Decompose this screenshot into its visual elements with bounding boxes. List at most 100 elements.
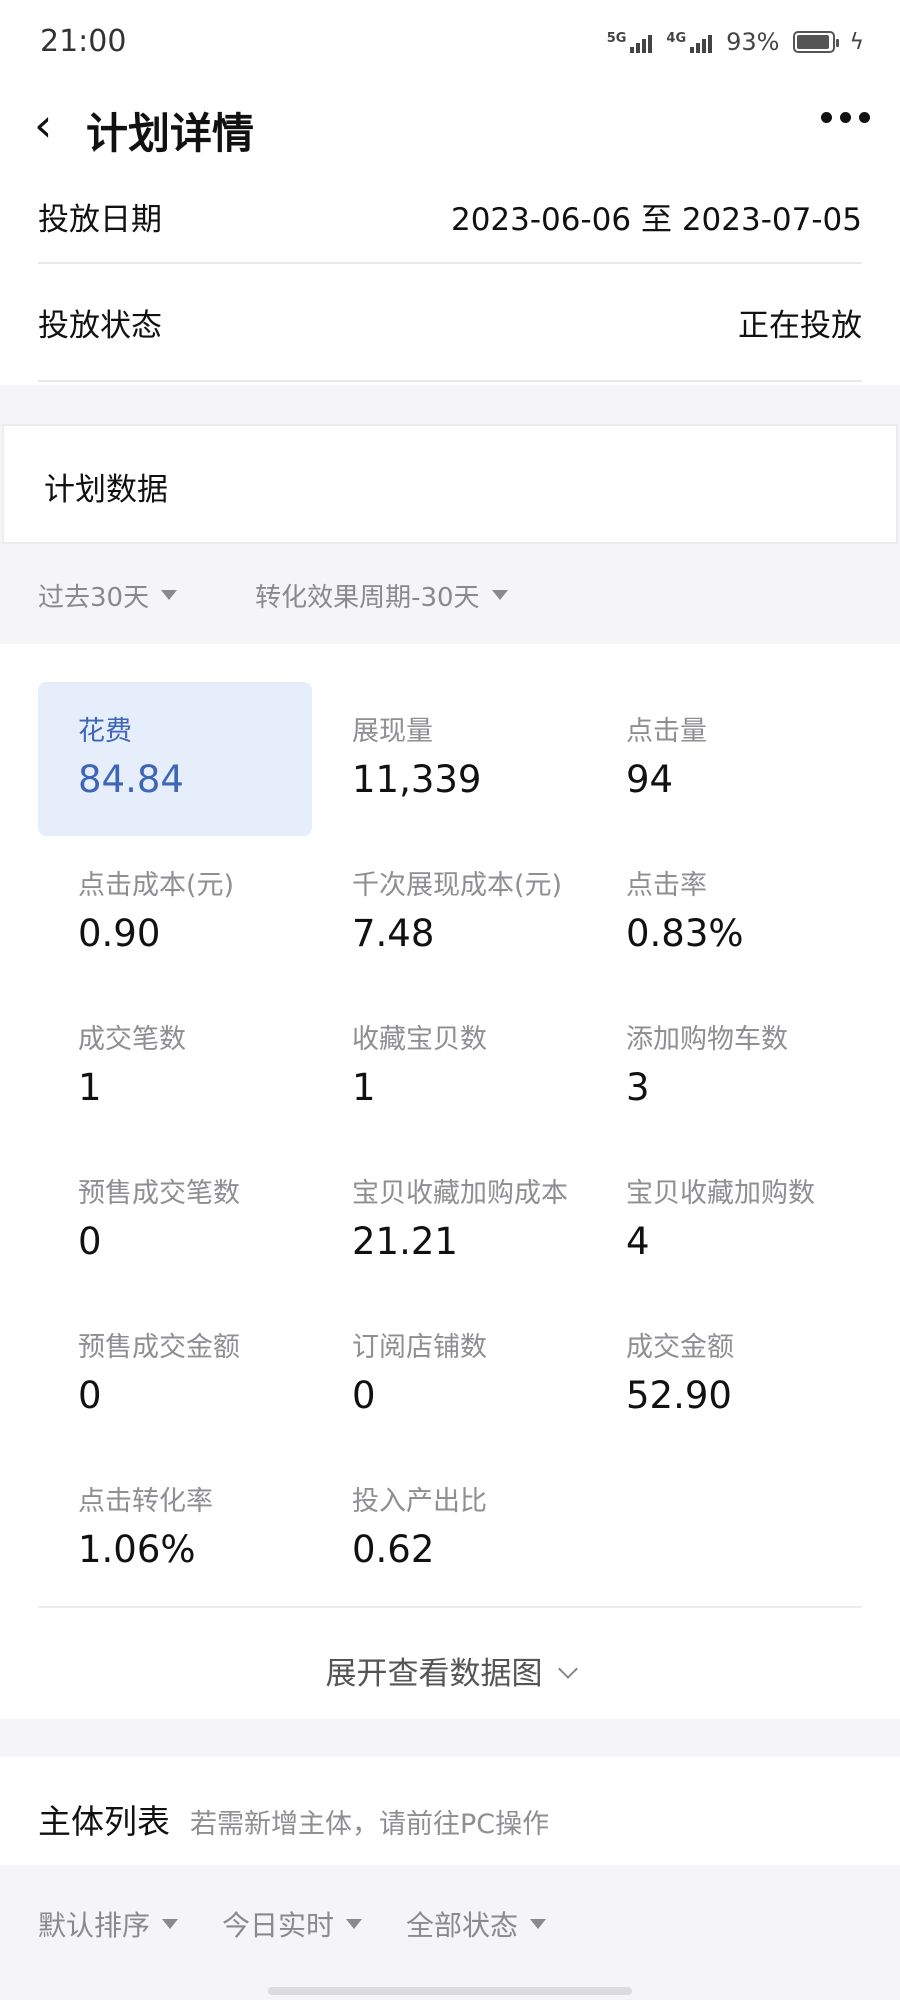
charging-icon: ϟ [849,29,864,55]
metric-value: 1.06% [78,1528,196,1571]
metric-cell[interactable]: 预售成交金额 0 [38,1298,312,1452]
signal-5g-label: 5G [606,31,627,46]
metric-value: 3 [626,1066,650,1109]
metric-cell[interactable]: 花费 84.84 [38,682,312,836]
battery-icon [793,31,840,53]
back-icon[interactable]: ‹ [34,102,52,148]
plan-info: 投放日期 2023-06-06 至 2023-07-05 投放状态 正在投放 [0,170,900,385]
metric-value: 84.84 [78,758,184,801]
caret-down-icon [491,590,508,600]
metric-value: 1 [352,1066,376,1109]
signal-4g-label: 4G [666,31,687,46]
metric-label: 点击转化率 [78,1486,213,1517]
metric-cell[interactable]: 预售成交笔数 0 [38,1144,312,1298]
signal-4g-icon: 4G [666,31,713,53]
metric-label: 成交金额 [626,1332,734,1363]
caret-down-icon [161,590,178,600]
conversion-label: 转化效果周期-30天 [255,582,480,613]
metric-value: 0 [78,1374,102,1417]
status-filter-label: 全部状态 [406,1909,519,1942]
page-title: 计划详情 [86,109,255,158]
metric-label: 点击量 [626,716,707,747]
caret-down-icon [162,1919,179,1929]
metric-cell[interactable]: 成交金额 52.90 [586,1298,860,1452]
metric-label: 千次展现成本(元) [352,870,563,901]
battery-fill [797,35,830,49]
metric-cell[interactable]: 投入产出比 0.62 [312,1452,586,1606]
metric-value: 0 [352,1374,376,1417]
period-dropdown[interactable]: 过去30天 [38,577,178,614]
metric-cell[interactable]: 宝贝收藏加购成本 21.21 [312,1144,586,1298]
metric-label: 点击率 [626,870,707,901]
more-options-icon[interactable] [821,112,870,123]
date-row: 投放日期 2023-06-06 至 2023-07-05 [38,170,862,264]
metric-cell[interactable]: 千次展现成本(元) 7.48 [312,836,586,990]
date-label: 投放日期 [38,201,162,238]
metric-cell[interactable]: 点击成本(元) 0.90 [38,836,312,990]
time-dropdown[interactable]: 今日实时 [222,1904,363,1944]
metric-cell[interactable]: 收藏宝贝数 1 [312,990,586,1144]
time-label: 今日实时 [222,1909,335,1942]
caret-down-icon [530,1919,547,1929]
status-row: 投放状态 正在投放 [38,264,862,382]
battery-percent: 93% [726,28,780,56]
metric-value: 0.62 [352,1528,435,1571]
plan-data-header: 计划数据 [2,424,898,544]
signal-5g-icon: 5G [607,31,653,53]
status-bar: 21:00 5G 4G 93% ϟ [0,0,900,90]
metric-value: 0.90 [78,912,161,955]
section-title: 计划数据 [44,472,168,508]
entity-title: 主体列表 [38,1802,170,1841]
status-dropdown[interactable]: 全部状态 [406,1904,547,1944]
metrics-panel: 花费 84.84 展现量 11,339 点击量 94 点击成本(元) 0.90 千次展现… [0,644,900,1719]
metric-label: 添加购物车数 [626,1024,788,1055]
status-time: 21:00 [40,24,127,59]
metric-label: 点击成本(元) [78,870,235,901]
metric-cell[interactable]: 展现量 11,339 [312,682,586,836]
metric-cell[interactable]: 订阅店铺数 0 [312,1298,586,1452]
metric-value: 0 [78,1220,102,1263]
metric-value: 1 [78,1066,102,1109]
date-value: 2023-06-06 至 2023-07-05 [450,201,862,238]
metric-label: 宝贝收藏加购成本 [352,1178,568,1209]
entity-filters: 默认排序 今日实时 全部状态 [0,1865,900,1983]
metric-value: 52.90 [626,1374,732,1417]
metric-value: 21.21 [352,1220,458,1263]
metric-label: 预售成交金额 [78,1332,240,1363]
chevron-down-icon [557,1659,578,1679]
metric-label: 订阅店铺数 [352,1332,487,1363]
data-filters: 过去30天 转化效果周期-30天 [0,546,900,644]
conversion-period-dropdown[interactable]: 转化效果周期-30天 [255,577,508,614]
metric-value: 4 [626,1220,650,1263]
metric-cell[interactable]: 添加购物车数 3 [586,990,860,1144]
expand-label: 展开查看数据图 [325,1656,543,1692]
metric-label: 宝贝收藏加购数 [626,1178,815,1209]
metric-label: 成交笔数 [78,1024,186,1055]
expand-chart-button[interactable]: 展开查看数据图 [0,1648,900,1693]
metrics-grid: 花费 84.84 展现量 11,339 点击量 94 点击成本(元) 0.90 千次展现… [38,682,860,1606]
sort-dropdown[interactable]: 默认排序 [38,1904,179,1944]
navigation-bar: ‹ 计划详情 [0,90,900,170]
metric-label: 预售成交笔数 [78,1178,240,1209]
metric-label: 投入产出比 [352,1486,487,1517]
entity-list-header: 主体列表 若需新增主体，请前往PC操作 [0,1757,900,1865]
sort-label: 默认排序 [38,1909,151,1942]
divider [38,1606,862,1608]
metric-cell[interactable]: 点击量 94 [586,682,860,836]
caret-down-icon [346,1919,363,1929]
metric-label: 花费 [78,716,132,747]
home-indicator[interactable] [268,1987,632,1995]
metric-value: 94 [626,758,674,801]
status-label: 投放状态 [38,307,162,344]
metric-cell[interactable]: 点击率 0.83% [586,836,860,990]
metric-value: 7.48 [352,912,435,955]
metric-cell[interactable]: 成交笔数 1 [38,990,312,1144]
status-icons: 5G 4G 93% ϟ [607,28,864,56]
metric-value: 11,339 [352,758,482,801]
status-value: 正在投放 [738,307,862,344]
metric-cell[interactable]: 宝贝收藏加购数 4 [586,1144,860,1298]
metric-value: 0.83% [626,912,744,955]
metric-label: 收藏宝贝数 [352,1024,487,1055]
period-label: 过去30天 [38,582,150,613]
metric-cell[interactable]: 点击转化率 1.06% [38,1452,312,1606]
